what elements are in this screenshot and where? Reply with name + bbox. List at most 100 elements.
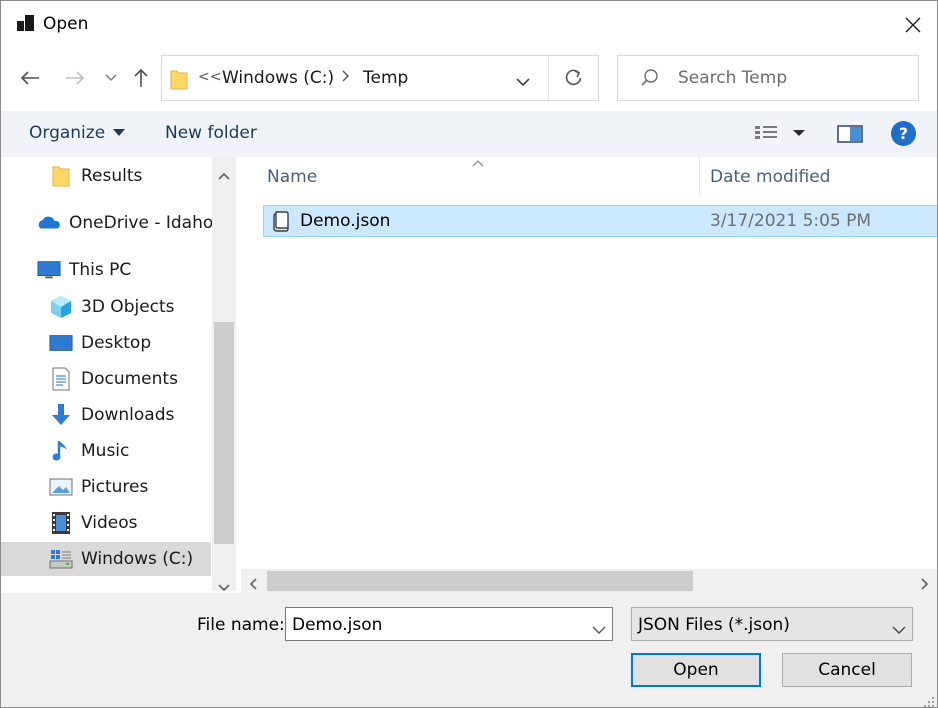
address-separator-icon[interactable] — [342, 70, 350, 86]
nav-item-label: Documents — [81, 369, 178, 389]
close-button[interactable] — [891, 7, 935, 43]
app-icon — [17, 15, 35, 33]
cancel-button[interactable]: Cancel — [782, 653, 912, 687]
chevron-left-icon — [249, 578, 257, 590]
column-header-name[interactable]: Name — [267, 167, 317, 187]
new-folder-button[interactable]: New folder — [165, 123, 257, 143]
recent-locations-button[interactable] — [97, 64, 125, 92]
file-name: Demo.json — [300, 211, 391, 231]
up-button[interactable] — [127, 64, 155, 92]
file-name-combobox[interactable]: Demo.json — [285, 607, 613, 641]
nav-item-label: Videos — [81, 513, 138, 533]
arrow-up-icon — [134, 68, 148, 87]
chevron-down-icon — [105, 74, 117, 81]
desktop-icon — [49, 331, 73, 355]
chevron-down-icon — [218, 584, 230, 592]
scroll-up-button[interactable] — [218, 165, 230, 184]
onedrive-icon — [37, 211, 61, 235]
navigation-pane: Results OneDrive - Idaho This PC 3D Obje… — [1, 157, 237, 591]
file-list: Name Date modified Demo.json 3/17/2021 5… — [241, 157, 937, 569]
nav-item-windows-c[interactable]: Windows (C:) — [1, 542, 211, 576]
title-bar: Open — [1, 1, 937, 49]
chevron-up-icon — [218, 172, 230, 180]
arrow-right-icon — [66, 71, 85, 85]
navigation-scrollbar[interactable] — [212, 157, 236, 592]
open-file-dialog: Open << Windows (C:) Temp Search Temp Or… — [0, 0, 938, 708]
nav-item-music[interactable]: Music — [1, 434, 211, 468]
folder-icon — [49, 164, 73, 188]
chevron-right-icon — [921, 578, 929, 590]
nav-item-desktop[interactable]: Desktop — [1, 326, 211, 360]
window-title: Open — [43, 14, 89, 34]
view-list-icon — [755, 126, 805, 139]
nav-item-this-pc[interactable]: This PC — [1, 253, 211, 287]
resize-grip-icon[interactable] — [923, 693, 935, 707]
chevron-down-icon — [592, 626, 606, 634]
download-icon — [49, 403, 73, 427]
scroll-left-button[interactable] — [249, 575, 257, 594]
videos-icon — [49, 511, 73, 535]
file-type-value: JSON Files (*.json) — [638, 615, 790, 635]
file-type-dropdown-button[interactable] — [892, 620, 906, 639]
column-divider[interactable] — [699, 157, 700, 195]
music-icon — [49, 439, 73, 463]
nav-item-label: Pictures — [81, 477, 149, 497]
forward-button[interactable] — [61, 64, 89, 92]
nav-item-label: Results — [81, 166, 143, 186]
caret-down-icon — [113, 129, 126, 136]
file-name-input[interactable]: Demo.json — [292, 615, 382, 635]
address-dropdown-button[interactable] — [516, 72, 530, 91]
column-header-date[interactable]: Date modified — [710, 167, 830, 187]
back-button[interactable] — [16, 64, 44, 92]
address-divider — [548, 56, 549, 100]
computer-icon — [37, 258, 61, 282]
json-file-icon — [271, 210, 291, 236]
pictures-icon — [49, 475, 73, 499]
file-name-label: File name: — [197, 615, 285, 635]
nav-item-pictures[interactable]: Pictures — [1, 470, 211, 504]
nav-item-label: Desktop — [81, 333, 152, 353]
view-options-button[interactable] — [755, 125, 807, 145]
chevron-down-icon — [892, 626, 906, 634]
cube-icon — [49, 295, 73, 319]
organize-label: Organize — [29, 123, 106, 143]
chevron-down-icon — [516, 78, 530, 87]
search-icon — [640, 68, 660, 92]
file-row[interactable]: Demo.json 3/17/2021 5:05 PM — [263, 205, 937, 237]
close-icon — [905, 17, 921, 33]
file-list-scrollbar[interactable] — [241, 569, 937, 593]
preview-pane-button[interactable] — [837, 125, 863, 147]
search-box[interactable]: Search Temp — [617, 55, 919, 101]
nav-item-documents[interactable]: Documents — [1, 362, 211, 396]
document-icon — [49, 367, 73, 391]
folder-icon — [170, 68, 188, 90]
help-button[interactable]: ? — [891, 121, 916, 146]
nav-item-label: Music — [81, 441, 130, 461]
address-overflow[interactable]: << — [198, 69, 221, 85]
nav-item-results[interactable]: Results — [1, 159, 211, 193]
scroll-right-button[interactable] — [921, 575, 929, 594]
nav-item-videos[interactable]: Videos — [1, 506, 211, 540]
open-button[interactable]: Open — [631, 653, 761, 687]
scroll-thumb[interactable] — [267, 571, 693, 591]
arrow-left-icon — [20, 71, 39, 85]
file-type-select[interactable]: JSON Files (*.json) — [631, 607, 913, 641]
nav-item-label: This PC — [69, 260, 132, 280]
address-segment-drive[interactable]: Windows (C:) — [222, 68, 334, 88]
search-placeholder: Search Temp — [678, 68, 788, 88]
organize-button[interactable]: Organize — [29, 123, 126, 143]
nav-item-3d-objects[interactable]: 3D Objects — [1, 290, 211, 324]
address-bar[interactable]: << Windows (C:) Temp — [161, 55, 599, 101]
file-date-modified: 3/17/2021 5:05 PM — [710, 211, 872, 231]
refresh-button[interactable] — [564, 68, 584, 92]
drive-icon — [49, 547, 73, 571]
nav-item-label: 3D Objects — [81, 297, 175, 317]
nav-item-label: Downloads — [81, 405, 175, 425]
scroll-thumb[interactable] — [214, 322, 234, 544]
refresh-icon — [565, 69, 582, 86]
nav-item-downloads[interactable]: Downloads — [1, 398, 211, 432]
file-name-dropdown-button[interactable] — [592, 620, 606, 639]
address-segment-folder[interactable]: Temp — [363, 68, 408, 88]
preview-pane-icon — [837, 125, 863, 143]
nav-item-onedrive[interactable]: OneDrive - Idaho — [1, 206, 213, 240]
